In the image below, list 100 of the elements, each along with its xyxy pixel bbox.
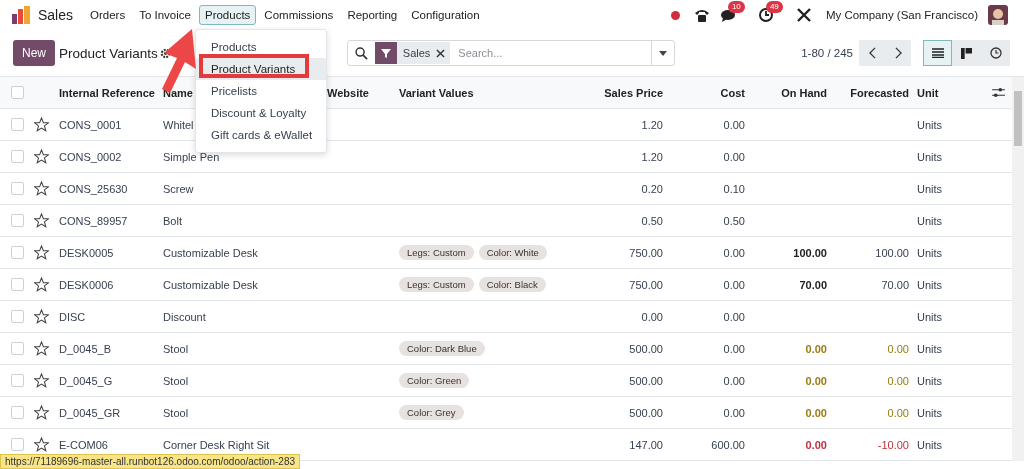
table-cell: 0.00 — [887, 374, 909, 387]
select-all-checkbox[interactable] — [10, 86, 24, 99]
table-cell-text: Units — [916, 150, 944, 163]
user-avatar[interactable] — [988, 5, 1008, 25]
column-header[interactable]: Website — [327, 85, 399, 100]
row-checkbox[interactable] — [10, 342, 24, 355]
column-header[interactable]: Sales Price — [604, 85, 663, 100]
kanban-icon — [961, 47, 972, 59]
table-cell: 0.00 — [887, 406, 909, 419]
row-checkbox[interactable] — [10, 278, 24, 291]
menu-item[interactable]: Orders — [84, 5, 132, 25]
table-cell-text: Stool — [163, 374, 190, 387]
table-cell-text: DESK0005 — [59, 246, 115, 259]
table-cell: 0.00 — [723, 374, 745, 387]
table-cell-text: CONS_0002 — [59, 150, 123, 163]
row-checkbox[interactable] — [10, 118, 24, 131]
variant-tag: Color: White — [478, 245, 547, 260]
row-checkbox[interactable] — [10, 374, 24, 387]
dropdown-item[interactable]: Products — [196, 36, 326, 58]
table-cell: -10.00 — [877, 438, 909, 451]
star-icon[interactable] — [34, 181, 49, 196]
row-checkbox[interactable] — [10, 150, 24, 163]
table-cell: 1.20 — [641, 150, 663, 163]
table-cell: 0.00 — [887, 342, 909, 355]
row-checkbox[interactable] — [10, 438, 24, 451]
table-cell: 0.00 — [723, 310, 745, 323]
menu-item[interactable]: Configuration — [405, 5, 486, 25]
menu-item[interactable]: Reporting — [341, 5, 404, 25]
row-checkbox[interactable] — [10, 310, 24, 323]
star-icon[interactable] — [34, 149, 49, 164]
clock-icon[interactable] — [757, 7, 774, 23]
search-input[interactable]: Search... — [456, 46, 651, 60]
table-cell-text: DESK0006 — [59, 278, 115, 291]
variant-tag: Color: Dark Blue — [399, 341, 485, 356]
pager-value[interactable]: 1-80 / 245 — [801, 47, 853, 59]
menu-item[interactable]: Commissions — [258, 5, 340, 25]
new-button[interactable]: New — [13, 40, 55, 66]
close-icon[interactable] — [436, 48, 446, 58]
table-cell: 0.00 — [805, 438, 827, 451]
table-cell: 0.00 — [723, 342, 745, 355]
variant-tag: Color: Black — [478, 277, 546, 292]
clock-icon — [989, 47, 1002, 59]
dropdown-item[interactable]: Discount & Loyalty — [196, 102, 326, 124]
table-cell: 0.20 — [641, 182, 663, 195]
table-cell: 0.00 — [723, 278, 745, 291]
activity-view-button[interactable] — [981, 40, 1010, 66]
star-icon[interactable] — [34, 117, 49, 132]
app-logo-icon[interactable] — [12, 6, 30, 24]
company-switcher[interactable]: My Company (San Francisco) — [825, 9, 978, 21]
star-icon[interactable] — [34, 437, 49, 452]
caret-icon[interactable] — [658, 50, 667, 56]
star-icon[interactable] — [34, 245, 49, 260]
page-title: Product Variants — [59, 45, 158, 61]
table-cell-text: Screw — [163, 182, 195, 195]
column-header[interactable]: Variant Values — [399, 85, 583, 100]
star-icon[interactable] — [34, 373, 49, 388]
column-header[interactable]: Unit — [909, 85, 985, 100]
table-cell-text: D_0045_B — [59, 342, 112, 355]
scrollbar[interactable] — [1012, 77, 1024, 461]
menu-item[interactable]: Products — [198, 5, 257, 25]
table-cell-text: Whitel — [163, 118, 195, 131]
table-cell: 100.00 — [793, 246, 827, 259]
column-header[interactable]: Cost — [720, 85, 745, 100]
table-cell-text: D_0045_GR — [59, 406, 122, 419]
variant-tag: Color: Green — [399, 373, 470, 388]
table-cell: 500.00 — [629, 406, 663, 419]
app-name[interactable]: Sales — [38, 7, 74, 23]
phone-icon[interactable] — [693, 7, 710, 23]
settings-icon[interactable] — [159, 47, 171, 59]
row-checkbox[interactable] — [10, 246, 24, 259]
table-cell-text: CONS_25630 — [59, 182, 129, 195]
table-cell-text: Units — [916, 214, 944, 227]
table-cell-text: D_0045_G — [59, 374, 114, 387]
star-icon[interactable] — [34, 213, 49, 228]
list-view-button[interactable] — [923, 40, 952, 66]
column-header[interactable]: Forecasted — [850, 85, 909, 100]
dropdown-item[interactable]: Pricelists — [196, 80, 326, 102]
kanban-view-button[interactable] — [952, 40, 981, 66]
menu-item[interactable]: To Invoice — [133, 5, 197, 25]
row-checkbox[interactable] — [10, 406, 24, 419]
table-cell: 0.50 — [723, 214, 745, 227]
table-cell-text: Units — [916, 310, 944, 323]
table-cell-text: CONS_0001 — [59, 118, 123, 131]
dropdown-item[interactable]: Gift cards & eWallet — [196, 124, 326, 146]
column-header[interactable]: On Hand — [781, 85, 827, 100]
column-options-icon[interactable] — [992, 87, 1005, 98]
star-icon[interactable] — [34, 341, 49, 356]
row-checkbox[interactable] — [10, 214, 24, 227]
chat-icon[interactable] — [719, 7, 736, 23]
column-header[interactable]: Internal Reference — [59, 85, 163, 100]
star-icon[interactable] — [34, 309, 49, 324]
table-cell-text: Customizable Desk — [163, 246, 259, 259]
search-field[interactable]: Sales Search... — [346, 40, 675, 66]
facet-label: Sales — [402, 47, 431, 59]
star-icon[interactable] — [34, 277, 49, 292]
star-icon[interactable] — [34, 405, 49, 420]
row-checkbox[interactable] — [10, 182, 24, 195]
filter-icon — [374, 42, 397, 64]
activity-count-badge: 49 — [765, 1, 783, 13]
status-dot — [670, 10, 680, 20]
